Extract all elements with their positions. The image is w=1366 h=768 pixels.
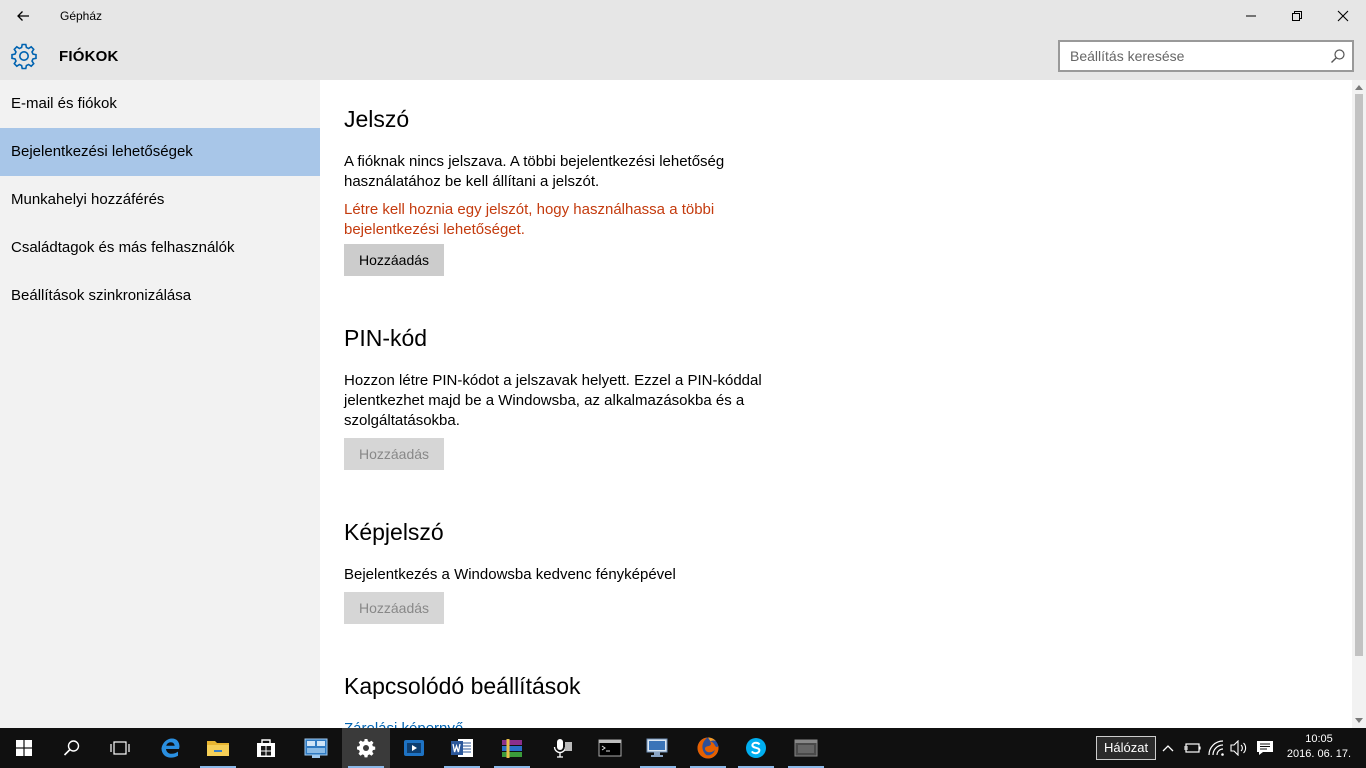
main-content: Jelszó A fióknak nincs jelszava. A többi… [320, 80, 1352, 728]
sidebar-item-work-access[interactable]: Munkahelyi hozzáférés [0, 176, 320, 224]
pin-section-title: PIN-kód [344, 325, 428, 351]
scroll-up-button[interactable] [1352, 80, 1366, 94]
command-prompt-icon [598, 739, 622, 757]
add-password-button[interactable]: Hozzáadás [344, 244, 444, 276]
volume-tray-icon[interactable] [1229, 738, 1249, 758]
lock-screen-link[interactable]: Zárolási képernyő [344, 720, 463, 728]
show-hidden-icons-button[interactable] [1158, 738, 1178, 758]
settings-header: FIÓKOK [0, 32, 1366, 80]
title-bar: Gépház [0, 0, 1366, 32]
media-player-icon [404, 740, 424, 756]
add-picture-password-button[interactable]: Hozzáadás [344, 592, 444, 624]
search-box[interactable] [1058, 40, 1354, 72]
taskbar-store[interactable] [242, 728, 290, 768]
action-center-button[interactable] [1255, 738, 1275, 758]
network-tooltip: Hálózat [1096, 736, 1157, 760]
scroll-up-arrow-icon [1355, 85, 1363, 90]
wifi-icon [1208, 740, 1224, 756]
taskbar-word[interactable] [438, 728, 486, 768]
notification-icon [1257, 741, 1273, 755]
firefox-icon [697, 737, 719, 759]
taskbar-app-window[interactable] [782, 728, 830, 768]
system-monitor-icon [304, 738, 328, 758]
taskbar-search-button[interactable] [48, 728, 96, 768]
content-scrollbar[interactable] [1352, 80, 1366, 728]
battery-tray-icon[interactable] [1182, 738, 1202, 758]
taskbar-app-media[interactable] [390, 728, 438, 768]
archive-books-icon [502, 739, 522, 758]
gear-icon [357, 739, 376, 758]
app-window-icon [794, 739, 818, 757]
word-icon [451, 739, 473, 757]
scroll-down-arrow-icon [1355, 718, 1363, 723]
network-tray-icon[interactable] [1207, 738, 1227, 758]
picture-password-description: Bejelentkezés a Windowsba kedvenc fényké… [344, 566, 676, 583]
add-pin-button[interactable]: Hozzáadás [344, 438, 444, 470]
pin-description: Hozzon létre PIN-kódot a jelszavak helye… [344, 372, 762, 429]
password-section-title: Jelszó [344, 106, 410, 132]
sidebar-item-email-accounts[interactable]: E-mail és fiókok [0, 80, 320, 128]
search-icon[interactable] [1330, 48, 1346, 64]
related-settings-title: Kapcsolódó beállítások [344, 673, 581, 699]
taskbar-cmd[interactable] [586, 728, 634, 768]
skype-icon [746, 738, 766, 758]
folder-icon [207, 741, 229, 756]
start-button[interactable] [0, 728, 48, 768]
edge-browser-icon [161, 738, 180, 758]
speaker-icon [1230, 740, 1247, 756]
sidebar-item-sync-settings[interactable]: Beállítások szinkronizálása [0, 272, 320, 320]
task-view-button[interactable] [96, 728, 144, 768]
remote-desktop-icon [646, 738, 668, 757]
scroll-thumb[interactable] [1355, 94, 1363, 656]
task-view-icon [110, 741, 130, 755]
windows-logo-icon [16, 740, 32, 756]
minimize-button[interactable] [1228, 0, 1274, 32]
taskbar: Hálózat 10:05 2016. 06. 17. [0, 728, 1366, 768]
taskbar-microphone[interactable] [538, 728, 586, 768]
close-icon [1337, 10, 1349, 22]
restore-button[interactable] [1274, 0, 1320, 32]
taskbar-file-explorer[interactable] [194, 728, 242, 768]
search-icon [63, 740, 80, 756]
taskbar-winrar[interactable] [488, 728, 536, 768]
password-warning: Létre kell hoznia egy jelszót, hogy hasz… [344, 201, 715, 238]
taskbar-clock[interactable]: 10:05 2016. 06. 17. [1284, 732, 1354, 762]
sidebar-item-family-users[interactable]: Családtagok és más felhasználók [0, 224, 320, 272]
chevron-up-icon [1162, 745, 1174, 752]
restore-icon [1292, 11, 1302, 21]
taskbar-settings[interactable] [342, 728, 390, 768]
search-input[interactable] [1060, 42, 1320, 70]
scroll-down-button[interactable] [1352, 714, 1366, 728]
close-button[interactable] [1320, 0, 1366, 32]
minimize-icon [1246, 15, 1256, 17]
gear-icon [11, 43, 37, 70]
sidebar-item-sign-in-options[interactable]: Bejelentkezési lehetőségek [0, 128, 320, 176]
page-title: FIÓKOK [59, 48, 119, 65]
taskbar-remote-desktop[interactable] [634, 728, 682, 768]
taskbar-firefox[interactable] [684, 728, 732, 768]
window-title: Gépház [60, 9, 103, 23]
microphone-icon [553, 739, 572, 758]
picture-password-section-title: Képjelszó [344, 519, 444, 545]
back-button[interactable] [0, 0, 46, 32]
battery-plug-icon [1184, 743, 1201, 753]
clock-time: 10:05 [1305, 733, 1333, 745]
taskbar-app-monitor[interactable] [292, 728, 340, 768]
back-arrow-icon [17, 11, 29, 21]
password-description: A fióknak nincs jelszava. A többi bejele… [344, 153, 725, 190]
taskbar-skype[interactable] [732, 728, 780, 768]
store-bag-icon [257, 739, 275, 757]
clock-date: 2016. 06. 17. [1286, 748, 1352, 760]
taskbar-edge[interactable] [146, 728, 194, 768]
sidebar: E-mail és fiókok Bejelentkezési lehetősé… [0, 80, 320, 728]
